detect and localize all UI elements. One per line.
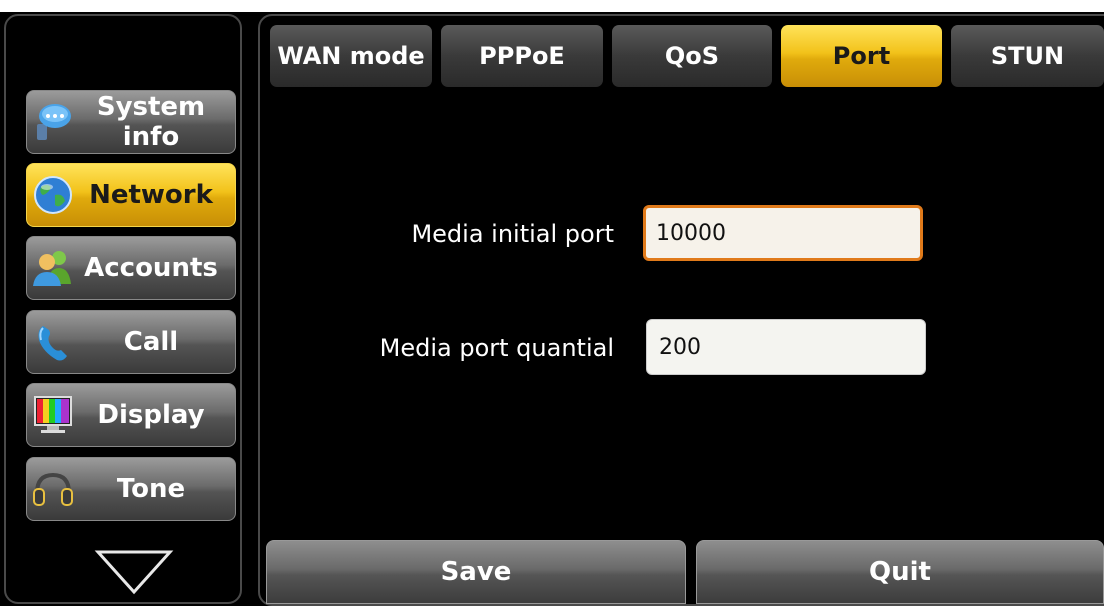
globe-icon	[31, 173, 75, 217]
tab-qos[interactable]: QoS	[612, 25, 772, 87]
sidebar: System info Network Accounts Call Displa…	[4, 14, 242, 604]
sidebar-item-tone[interactable]: Tone	[26, 457, 236, 521]
tab-stun[interactable]: STUN	[951, 25, 1104, 87]
media-port-quantial-input[interactable]	[646, 319, 926, 375]
scroll-down-button[interactable]	[94, 548, 174, 596]
sidebar-item-network[interactable]: Network	[26, 163, 236, 227]
sidebar-item-call[interactable]: Call	[26, 310, 236, 374]
tab-port[interactable]: Port	[781, 25, 942, 87]
sidebar-item-display[interactable]: Display	[26, 383, 236, 447]
chat-bubble-icon	[31, 100, 75, 144]
phone-handset-icon	[31, 320, 75, 364]
quit-button[interactable]: Quit	[696, 540, 1104, 604]
save-button[interactable]: Save	[266, 540, 686, 604]
settings-panel	[258, 14, 1104, 606]
users-icon	[31, 246, 75, 290]
headphones-icon	[31, 467, 75, 511]
media-initial-port-label: Media initial port	[411, 220, 614, 248]
sidebar-item-system-info[interactable]: System info	[26, 90, 236, 154]
tab-wan-mode[interactable]: WAN mode	[270, 25, 432, 87]
media-port-quantial-label: Media port quantial	[379, 334, 614, 362]
sidebar-item-label: Network	[89, 180, 213, 210]
sidebar-item-label: Call	[123, 327, 179, 357]
tab-pppoe[interactable]: PPPoE	[441, 25, 603, 87]
sidebar-item-label: Tone	[116, 474, 186, 504]
sidebar-item-label: Accounts	[84, 253, 218, 283]
sidebar-item-accounts[interactable]: Accounts	[26, 236, 236, 300]
sidebar-item-label: Display	[97, 400, 205, 430]
monitor-icon	[31, 393, 75, 437]
media-initial-port-input[interactable]	[643, 205, 923, 261]
sidebar-item-label: System info	[96, 92, 206, 152]
triangle-down-icon	[94, 550, 174, 595]
